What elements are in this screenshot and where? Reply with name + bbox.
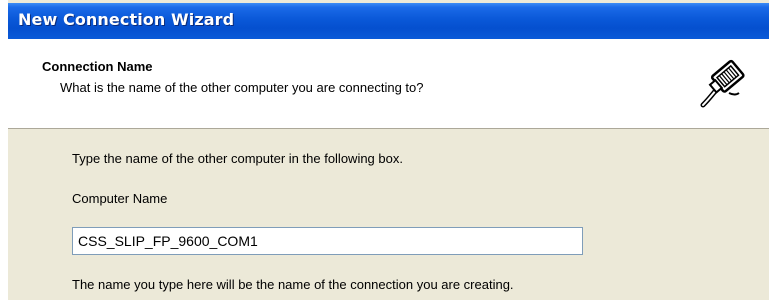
computer-name-input[interactable] (72, 227, 583, 255)
page-subtitle: What is the name of the other computer y… (60, 80, 424, 95)
instruction-text: Type the name of the other computer in t… (72, 151, 403, 166)
wizard-header: Connection Name What is the name of the … (8, 39, 769, 129)
wizard-body: Type the name of the other computer in t… (8, 130, 769, 300)
new-connection-wizard-window: New Connection Wizard Connection Name Wh… (8, 0, 769, 300)
connection-name-note: The name you type here will be the name … (72, 277, 514, 292)
computer-name-label: Computer Name (72, 191, 168, 206)
title-bar[interactable]: New Connection Wizard (8, 3, 769, 39)
window-title: New Connection Wizard (18, 10, 235, 29)
page-title: Connection Name (42, 59, 153, 74)
network-cable-icon (689, 53, 749, 113)
